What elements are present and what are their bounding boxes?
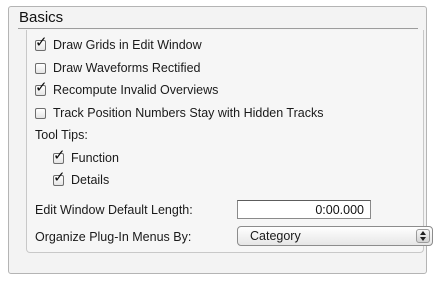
title-divider bbox=[18, 28, 418, 29]
tooltips-label: Tool Tips: bbox=[35, 128, 88, 142]
draw-waveforms-label: Draw Waveforms Rectified bbox=[53, 61, 201, 75]
edit-length-label: Edit Window Default Length: bbox=[35, 203, 193, 217]
recompute-overviews-checkbox[interactable]: ✓ bbox=[35, 79, 48, 96]
edit-length-input[interactable]: 0:00.000 bbox=[237, 200, 371, 219]
plugin-menus-selected: Category bbox=[250, 229, 301, 243]
plugin-menus-popup[interactable]: Category bbox=[237, 226, 433, 246]
tooltips-details-checkbox-row[interactable]: ✓ Details bbox=[53, 169, 110, 187]
popup-arrows-icon bbox=[416, 229, 430, 243]
draw-waveforms-checkbox-row[interactable]: Draw Waveforms Rectified bbox=[35, 61, 201, 75]
track-position-checkbox-row[interactable]: Track Position Numbers Stay with Hidden … bbox=[35, 106, 323, 120]
tooltips-function-label: Function bbox=[71, 151, 119, 165]
tooltips-details-label: Details bbox=[71, 173, 110, 187]
draw-grids-checkbox-row[interactable]: ✓ Draw Grids in Edit Window bbox=[35, 34, 202, 52]
checkmark-icon: ✓ bbox=[35, 32, 48, 51]
recompute-overviews-checkbox-row[interactable]: ✓ Recompute Invalid Overviews bbox=[35, 79, 219, 97]
draw-waveforms-checkbox[interactable] bbox=[35, 62, 46, 74]
track-position-label: Track Position Numbers Stay with Hidden … bbox=[53, 106, 324, 120]
checkmark-icon: ✓ bbox=[53, 145, 66, 164]
draw-grids-checkbox[interactable]: ✓ bbox=[35, 34, 48, 51]
checkmark-icon: ✓ bbox=[53, 167, 66, 186]
track-position-checkbox[interactable] bbox=[35, 107, 46, 119]
section-title: Basics bbox=[19, 9, 64, 26]
recompute-overviews-label: Recompute Invalid Overviews bbox=[53, 83, 219, 97]
tooltips-function-checkbox-row[interactable]: ✓ Function bbox=[53, 147, 119, 165]
tooltips-function-checkbox[interactable]: ✓ bbox=[53, 147, 66, 164]
plugin-menus-label: Organize Plug-In Menus By: bbox=[35, 230, 192, 244]
checkmark-icon: ✓ bbox=[35, 77, 48, 96]
draw-grids-label: Draw Grids in Edit Window bbox=[53, 38, 202, 52]
tooltips-details-checkbox[interactable]: ✓ bbox=[53, 169, 66, 186]
